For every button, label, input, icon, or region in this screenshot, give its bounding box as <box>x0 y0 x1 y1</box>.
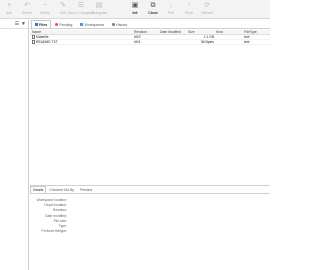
history-icon <box>112 23 116 26</box>
refresh-button[interactable]: ⟳ Refresh <box>198 0 216 19</box>
filter-icon[interactable]: ▼ <box>21 21 26 27</box>
column-revision[interactable]: Revision <box>134 30 160 34</box>
prop-label: Date modified: <box>45 213 67 218</box>
prop-label: Revision: <box>53 208 67 213</box>
refresh-icon: ⟳ <box>204 2 210 9</box>
delete-button[interactable]: − Delete <box>36 0 54 19</box>
clone-icon: ⧉ <box>150 2 156 9</box>
column-size[interactable]: Size <box>188 30 216 34</box>
prop-perforce-filetype: Perforce filetype: <box>30 229 270 234</box>
add-button[interactable]: + Add <box>0 0 18 19</box>
undo-icon: ↶ <box>24 2 30 9</box>
edit-button[interactable]: ✎ Edit <box>54 0 72 19</box>
file-name: Makefile <box>36 35 49 39</box>
add-label: Add <box>5 11 13 15</box>
push-label: Push <box>185 11 193 15</box>
edit-label: Edit <box>60 11 66 15</box>
tree-options-icon[interactable]: ☰ <box>15 21 19 27</box>
list-icon: ☰ <box>77 2 85 9</box>
arrow-up-icon: ↑ <box>187 2 191 9</box>
tab-pending-label: Pending <box>59 22 73 27</box>
revision-cell: #0/1 <box>134 40 141 44</box>
tab-workspaces[interactable]: Workspaces <box>76 20 108 28</box>
plus-icon: + <box>6 2 12 9</box>
column-filetype[interactable]: FileType <box>244 30 270 34</box>
prop-label: Perforce filetype: <box>41 229 67 234</box>
files-icon <box>35 23 38 26</box>
spacer-icon <box>113 2 121 10</box>
column-name[interactable]: Name <box>30 30 134 34</box>
details-properties: Workspace location: Depot location: Revi… <box>30 194 270 234</box>
tab-details[interactable]: Details <box>30 186 47 193</box>
tab-files[interactable]: Files <box>31 20 52 28</box>
tab-pending[interactable]: Pending <box>51 20 76 28</box>
column-kind[interactable]: Kind <box>216 30 244 34</box>
toolbar-spacer <box>108 0 126 19</box>
tab-workspaces-label: Workspaces <box>84 22 105 27</box>
refresh-label: Refresh <box>201 11 213 15</box>
size-cell: 1.1 KB <box>203 35 214 39</box>
push-button[interactable]: ↑ Push <box>180 0 198 19</box>
tab-files-label: Files <box>39 22 48 27</box>
changelist-button[interactable]: ▤ Changelist <box>90 0 108 19</box>
column-date-modified[interactable]: Date Modified <box>160 30 188 34</box>
add-to-changelist-button[interactable]: ☰ Add to Changelist <box>68 0 95 19</box>
files-table: Name Revision Date Modified Size Kind Fi… <box>30 30 270 45</box>
prop-label: Workspace location: <box>36 197 67 202</box>
tab-checked-out-by[interactable]: Checked Out By <box>46 186 77 193</box>
changelist-icon: ▤ <box>95 2 103 9</box>
prop-label: Depot location: <box>44 202 67 207</box>
init-label: Init <box>132 11 138 15</box>
prop-label: Type: <box>58 224 67 229</box>
workspaces-icon <box>80 23 84 26</box>
table-row[interactable]: README.TXT #0/1 36 Bytes text <box>30 40 270 45</box>
details-pane: Details Checked Out By Preview Workspace… <box>30 186 270 270</box>
pull-button[interactable]: ↓ Pull <box>162 0 180 19</box>
file-icon <box>32 40 35 44</box>
view-tabs: Files Pending Workspaces History <box>30 20 270 29</box>
arrow-down-icon: ↓ <box>169 2 173 9</box>
tab-history[interactable]: History <box>108 20 131 28</box>
file-name-cell: README.TXT <box>30 40 134 44</box>
main-pane: Files Pending Workspaces History Name Re… <box>30 20 270 270</box>
prop-label: File size: <box>53 218 67 223</box>
clone-button[interactable]: ⧉ Clone <box>144 0 162 19</box>
file-name-cell: Makefile <box>30 35 134 39</box>
init-button[interactable]: ▣ Init <box>126 0 144 19</box>
delete-label: Delete <box>40 11 50 15</box>
minus-icon: − <box>42 2 48 9</box>
file-name: README.TXT <box>36 40 58 44</box>
size-cell: 36 Bytes <box>200 40 214 44</box>
workspace-tree-pane: ☰ ▼ <box>0 20 29 270</box>
init-icon: ▣ <box>131 2 139 9</box>
tab-history-label: History <box>116 22 128 27</box>
filetype-cell: text <box>244 35 250 39</box>
details-tabs: Details Checked Out By Preview <box>30 186 270 194</box>
tab-preview[interactable]: Preview <box>77 186 95 193</box>
filetype-cell: text <box>244 40 250 44</box>
pencil-icon: ✎ <box>60 2 66 9</box>
pending-icon <box>55 23 59 26</box>
pull-label: Pull <box>168 11 174 15</box>
revert-label: Revert <box>22 11 32 15</box>
changelist-label: Changelist <box>90 11 108 15</box>
tree-tools: ☰ ▼ <box>0 20 28 29</box>
main-toolbar: + Add ↶ Revert − Delete ✎ Edit ☰ Add to Chang… <box>0 0 270 19</box>
file-icon <box>32 35 35 39</box>
revision-cell: #0/2 <box>134 35 141 39</box>
revert-button[interactable]: ↶ Revert <box>18 0 36 19</box>
clone-label: Clone <box>148 11 158 15</box>
